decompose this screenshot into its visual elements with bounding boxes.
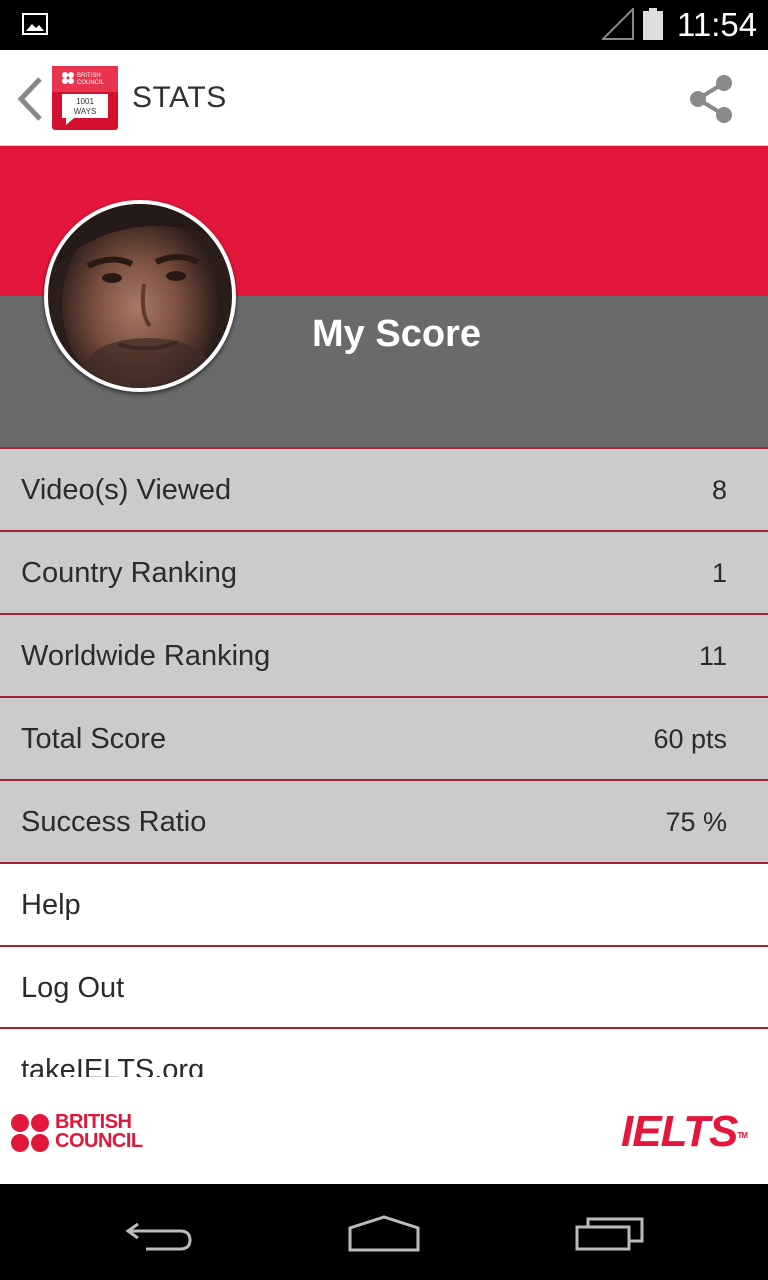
stat-row-country-ranking: Country Ranking 1: [0, 530, 768, 613]
stat-value: 75 %: [665, 807, 727, 837]
menu-item-label: Help: [21, 889, 81, 921]
stat-row-success-ratio: Success Ratio 75 %: [0, 779, 768, 862]
svg-text:BRITISH: BRITISH: [77, 73, 101, 79]
svg-text:COUNCIL: COUNCIL: [77, 80, 105, 86]
stat-value: 60 pts: [653, 724, 727, 754]
nav-recents-icon[interactable]: [574, 1216, 646, 1252]
stat-label: Country Ranking: [21, 557, 237, 589]
menu-item-label: Log Out: [21, 972, 125, 1004]
score-heading: My Score: [312, 313, 481, 355]
menu-item-takeielts[interactable]: takeIELTS.org: [0, 1027, 768, 1077]
stat-label: Success Ratio: [21, 806, 207, 838]
signal-icon: [602, 8, 634, 40]
status-bar: 11:54: [0, 0, 768, 50]
stat-value: 1: [711, 558, 727, 588]
stat-label: Worldwide Ranking: [21, 640, 271, 672]
svg-text:WAYS: WAYS: [74, 107, 97, 116]
svg-text:1001: 1001: [76, 97, 94, 106]
stat-label: Total Score: [21, 723, 167, 755]
ielts-logo: IELTSTM: [621, 1107, 748, 1156]
british-council-dots-icon: [11, 1114, 49, 1152]
stat-value: 8: [711, 475, 727, 505]
clock: 11:54: [677, 6, 758, 43]
stat-value: 11: [698, 641, 727, 671]
avatar: [44, 200, 236, 392]
image-notification-icon: [22, 13, 48, 35]
nav-back-icon[interactable]: [124, 1216, 196, 1252]
nav-home-icon[interactable]: [346, 1214, 422, 1254]
stat-row-videos-viewed: Video(s) Viewed 8: [0, 447, 768, 530]
back-chevron-icon[interactable]: [14, 76, 46, 122]
menu-item-label: takeIELTS.org: [21, 1054, 205, 1077]
menu-item-help[interactable]: Help: [0, 862, 768, 945]
menu-item-log-out[interactable]: Log Out: [0, 945, 768, 1028]
british-council-line2: COUNCIL: [55, 1130, 143, 1152]
app-logo: BRITISH COUNCIL 1001 WAYS: [52, 66, 118, 130]
app-bar: BRITISH COUNCIL 1001 WAYS STATS: [0, 50, 768, 146]
stat-label: Video(s) Viewed: [21, 474, 232, 506]
footer: BRITISH COUNCIL IELTSTM: [0, 1077, 768, 1184]
navigation-bar: [0, 1184, 768, 1280]
stats-list: Video(s) Viewed 8 Country Ranking 1 Worl…: [0, 447, 768, 1028]
page-title: STATS: [132, 81, 227, 114]
battery-icon: [643, 8, 663, 40]
share-icon[interactable]: [686, 72, 738, 126]
stat-row-worldwide-ranking: Worldwide Ranking 11: [0, 613, 768, 696]
stat-row-total-score: Total Score 60 pts: [0, 696, 768, 779]
